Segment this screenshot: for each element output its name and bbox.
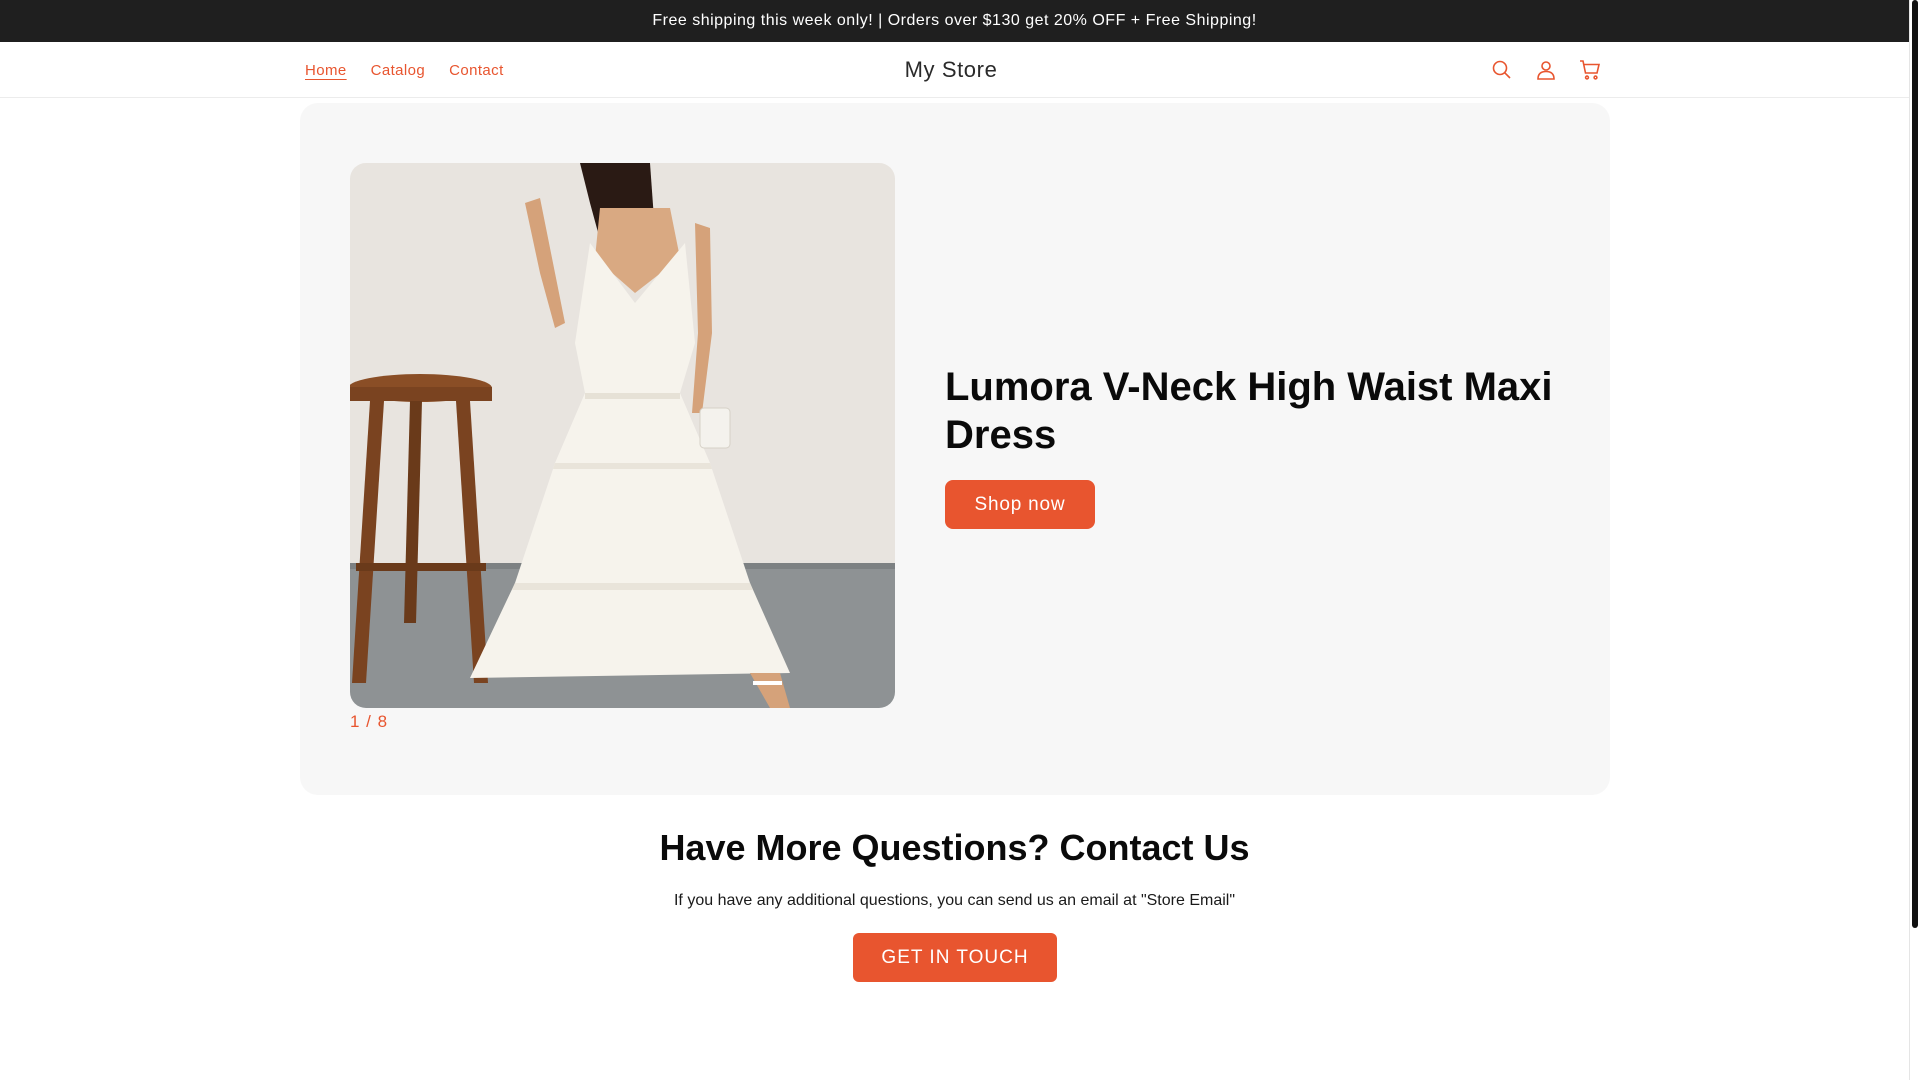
scrollbar-thumb[interactable] <box>1912 0 1918 928</box>
page-scrollbar[interactable] <box>1909 0 1920 1080</box>
slide-counter: 1 / 8 <box>350 712 389 731</box>
nav-contact[interactable]: Contact <box>449 62 504 79</box>
main-nav: Home Catalog Contact <box>305 42 504 98</box>
nav-catalog[interactable]: Catalog <box>371 62 426 79</box>
hero-title: Lumora V-Neck High Waist Maxi Dress <box>945 365 1553 457</box>
store-logo[interactable]: My Store <box>905 57 998 83</box>
store-logo-wrapper: My Store <box>0 42 1902 98</box>
announcement-text: Free shipping this week only! | Orders o… <box>652 12 1257 29</box>
product-image[interactable] <box>350 163 895 708</box>
contact-text: If you have any additional questions, yo… <box>673 892 1236 909</box>
cart-icon[interactable] <box>1578 58 1602 82</box>
nav-home[interactable]: Home <box>305 62 347 79</box>
site-header: Home Catalog Contact My Store <box>0 42 1909 98</box>
account-icon[interactable] <box>1534 58 1558 82</box>
search-icon[interactable] <box>1490 58 1514 82</box>
contact-title: Have More Questions? Contact Us <box>659 827 1250 868</box>
get-in-touch-button[interactable]: GET IN TOUCH <box>853 933 1057 982</box>
hero-slideshow: 1 / 8 Lumora V-Neck High Waist Maxi Dres… <box>300 103 1610 795</box>
header-icons <box>1490 42 1602 98</box>
announcement-bar: Free shipping this week only! | Orders o… <box>0 0 1909 42</box>
shop-now-button[interactable]: Shop now <box>945 480 1095 529</box>
